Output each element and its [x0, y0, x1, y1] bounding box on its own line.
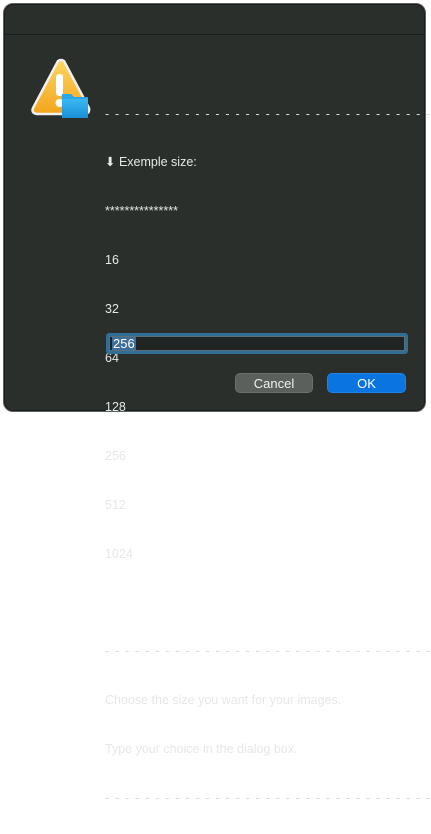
cancel-button[interactable]: Cancel [235, 373, 313, 393]
size-input[interactable] [109, 336, 405, 351]
prompt-text: Choose the size you want for your images… [105, 693, 342, 708]
size-option: 256 [105, 448, 126, 463]
size-option: 1024 [105, 546, 133, 561]
size-option: 128 [105, 399, 126, 414]
size-option: 512 [105, 497, 126, 512]
size-input-field[interactable]: 256 [106, 333, 408, 354]
caution-folder-icon [28, 58, 92, 120]
separator: - - - - - - - - - - - - - - - - - - - - … [105, 644, 431, 659]
dialog-window: - - - - - - - - - - - - - - - - - - - - … [3, 3, 430, 805]
message-text: - - - - - - - - - - - - - - - - - - - - … [105, 73, 431, 834]
separator: - - - - - - - - - - - - - - - - - - - - … [105, 106, 431, 121]
prompt-text: Type your choice in the dialog box. [105, 742, 298, 757]
size-option: 32 [105, 302, 119, 317]
heading-text: ⬇ Exemple size: [105, 155, 197, 170]
size-option: 16 [105, 253, 119, 268]
title-bar[interactable] [4, 4, 425, 35]
separator: - - - - - - - - - - - - - - - - - - - - … [105, 791, 431, 806]
stars-line: *************** [105, 204, 178, 219]
ok-button[interactable]: OK [327, 373, 406, 393]
